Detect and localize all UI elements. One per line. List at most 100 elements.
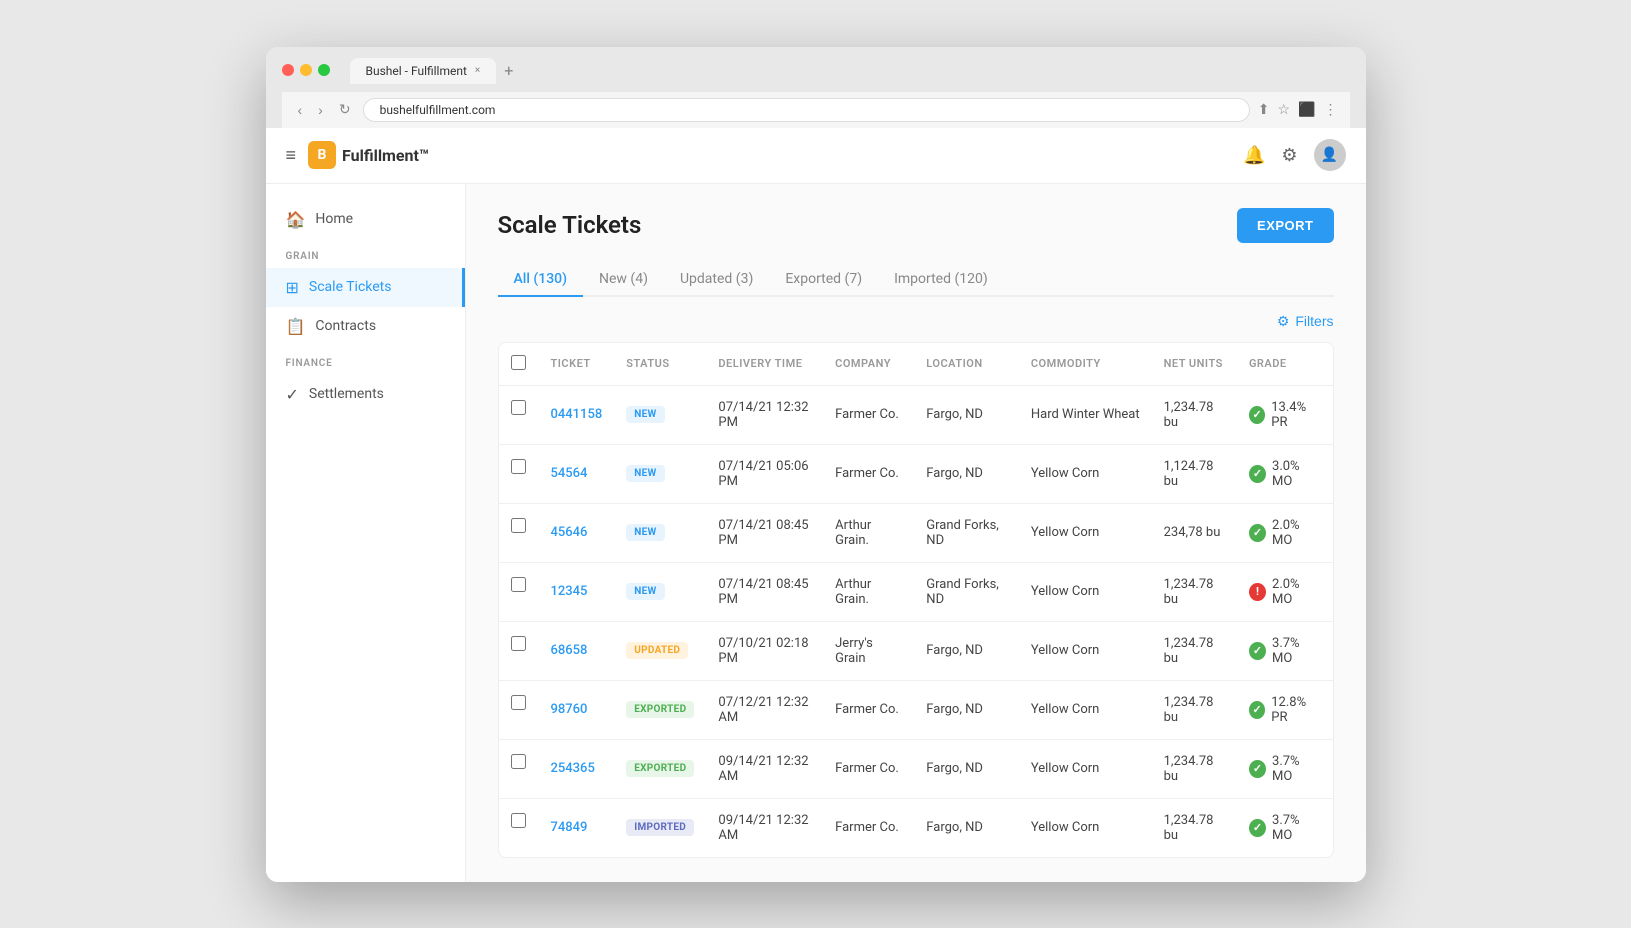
- row-checkbox-7[interactable]: [511, 813, 526, 828]
- sidebar-item-scale-tickets[interactable]: ⊞ Scale Tickets: [266, 268, 465, 307]
- export-button[interactable]: EXPORT: [1237, 208, 1333, 243]
- table-row: 0441158NEW07/14/21 12:32 PMFarmer Co.Far…: [499, 385, 1333, 444]
- topbar-right: 🔔 ⚙ 👤: [1243, 139, 1346, 171]
- sidebar: 🏠 Home GRAIN ⊞ Scale Tickets 📋 Contracts…: [266, 184, 466, 882]
- home-icon: 🏠: [286, 210, 306, 229]
- filters-button[interactable]: ⚙ Filters: [1277, 313, 1334, 330]
- maximize-dot[interactable]: [318, 64, 330, 76]
- active-tab[interactable]: Bushel - Fulfillment ×: [350, 58, 497, 84]
- table-row: 98760EXPORTED07/12/21 12:32 AMFarmer Co.…: [499, 680, 1333, 739]
- topbar: ≡ B Fulfillment™ 🔔 ⚙ 👤: [266, 128, 1366, 184]
- settings-btn[interactable]: ⚙: [1281, 145, 1297, 166]
- ticket-link-4[interactable]: 68658: [551, 643, 588, 658]
- tab-4[interactable]: Imported (120): [878, 263, 1004, 297]
- grade-status-icon-4: ✓: [1249, 642, 1266, 660]
- tab-2[interactable]: Updated (3): [664, 263, 769, 297]
- user-icon: 👤: [1321, 147, 1338, 163]
- ticket-link-6[interactable]: 254365: [551, 761, 595, 776]
- row-checkbox-3[interactable]: [511, 577, 526, 592]
- company-header: COMPANY: [823, 343, 914, 386]
- net-units-3: 1,234.78 bu: [1152, 562, 1237, 621]
- grade-status-icon-1: ✓: [1249, 465, 1266, 483]
- forward-btn[interactable]: ›: [314, 100, 327, 120]
- company-7: Farmer Co.: [823, 798, 914, 857]
- tab-3[interactable]: Exported (7): [769, 263, 878, 297]
- ticket-link-7[interactable]: 74849: [551, 820, 588, 835]
- delivery-time-4: 07/10/21 02:18 PM: [706, 621, 823, 680]
- more-icon[interactable]: ⋮: [1324, 102, 1338, 118]
- main-content: Scale Tickets EXPORT All (130)New (4)Upd…: [466, 184, 1366, 882]
- row-checkbox-6[interactable]: [511, 754, 526, 769]
- page-header: Scale Tickets EXPORT: [498, 208, 1334, 243]
- select-all-checkbox[interactable]: [511, 355, 526, 370]
- grade-cell-5: ✓ 12.8% PR: [1249, 695, 1321, 725]
- sidebar-item-settlements[interactable]: ✓ Settlements: [266, 375, 465, 414]
- ticket-link-5[interactable]: 98760: [551, 702, 588, 717]
- grade-status-icon-5: ✓: [1249, 701, 1265, 719]
- grade-header: GRADE: [1237, 343, 1333, 386]
- grade-value-2: 2.0% MO: [1272, 518, 1320, 548]
- grade-cell-6: ✓ 3.7% MO: [1249, 754, 1321, 784]
- row-checkbox-0[interactable]: [511, 400, 526, 415]
- table-header-row: TICKET STATUS DELIVERY TIME COMPANY LOCA…: [499, 343, 1333, 386]
- commodity-7: Yellow Corn: [1019, 798, 1152, 857]
- new-tab-btn[interactable]: +: [496, 57, 521, 84]
- table-body: 0441158NEW07/14/21 12:32 PMFarmer Co.Far…: [499, 385, 1333, 857]
- back-btn[interactable]: ‹: [294, 100, 307, 120]
- net-units-0: 1,234.78 bu: [1152, 385, 1237, 444]
- grade-cell-0: ✓ 13.4% PR: [1249, 400, 1321, 430]
- location-4: Fargo, ND: [914, 621, 1019, 680]
- company-3: Arthur Grain.: [823, 562, 914, 621]
- filters-label: Filters: [1295, 313, 1333, 329]
- commodity-4: Yellow Corn: [1019, 621, 1152, 680]
- address-bar[interactable]: bushelfulfillment.com: [363, 98, 1250, 122]
- ticket-link-3[interactable]: 12345: [551, 584, 588, 599]
- tab-1[interactable]: New (4): [583, 263, 664, 297]
- grade-status-icon-2: ✓: [1249, 524, 1266, 542]
- minimize-dot[interactable]: [300, 64, 312, 76]
- commodity-2: Yellow Corn: [1019, 503, 1152, 562]
- sidebar-item-home[interactable]: 🏠 Home: [266, 200, 465, 239]
- location-6: Fargo, ND: [914, 739, 1019, 798]
- ticket-link-1[interactable]: 54564: [551, 466, 588, 481]
- row-checkbox-2[interactable]: [511, 518, 526, 533]
- browser-frame: Bushel - Fulfillment × + ‹ › ↻ bushelful…: [266, 47, 1366, 882]
- net-units-4: 1,234.78 bu: [1152, 621, 1237, 680]
- row-checkbox-4[interactable]: [511, 636, 526, 651]
- net-units-5: 1,234.78 bu: [1152, 680, 1237, 739]
- table-container: TICKET STATUS DELIVERY TIME COMPANY LOCA…: [498, 342, 1334, 858]
- grade-cell-2: ✓ 2.0% MO: [1249, 518, 1321, 548]
- bookmark-icon[interactable]: ☆: [1278, 102, 1291, 118]
- location-7: Fargo, ND: [914, 798, 1019, 857]
- net-units-1: 1,124.78 bu: [1152, 444, 1237, 503]
- extension-icon[interactable]: ⬛: [1298, 102, 1315, 118]
- ticket-link-0[interactable]: 0441158: [551, 407, 603, 422]
- hamburger-menu-btn[interactable]: ≡: [286, 145, 297, 166]
- filters-row: ⚙ Filters: [498, 313, 1334, 330]
- delivery-time-0: 07/14/21 12:32 PM: [706, 385, 823, 444]
- tabs-row: All (130)New (4)Updated (3)Exported (7)I…: [498, 263, 1334, 297]
- row-checkbox-5[interactable]: [511, 695, 526, 710]
- sidebar-item-contracts[interactable]: 📋 Contracts: [266, 307, 465, 346]
- share-icon[interactable]: ⬆: [1258, 102, 1270, 118]
- grade-status-icon-3: !: [1249, 583, 1266, 601]
- notification-btn[interactable]: 🔔: [1243, 145, 1265, 166]
- tab-0[interactable]: All (130): [498, 263, 584, 297]
- delivery-time-header: DELIVERY TIME: [706, 343, 823, 386]
- refresh-btn[interactable]: ↻: [335, 99, 355, 120]
- status-header: STATUS: [614, 343, 706, 386]
- status-badge-6: EXPORTED: [626, 760, 694, 777]
- delivery-time-5: 07/12/21 12:32 AM: [706, 680, 823, 739]
- company-5: Farmer Co.: [823, 680, 914, 739]
- status-badge-4: UPDATED: [626, 642, 688, 659]
- commodity-0: Hard Winter Wheat: [1019, 385, 1152, 444]
- avatar[interactable]: 👤: [1314, 139, 1346, 171]
- company-4: Jerry's Grain: [823, 621, 914, 680]
- ticket-link-2[interactable]: 45646: [551, 525, 588, 540]
- tab-close-btn[interactable]: ×: [475, 65, 480, 76]
- close-dot[interactable]: [282, 64, 294, 76]
- status-badge-7: IMPORTED: [626, 819, 694, 836]
- location-2: Grand Forks, ND: [914, 503, 1019, 562]
- row-checkbox-1[interactable]: [511, 459, 526, 474]
- sidebar-item-scale-tickets-label: Scale Tickets: [309, 279, 392, 295]
